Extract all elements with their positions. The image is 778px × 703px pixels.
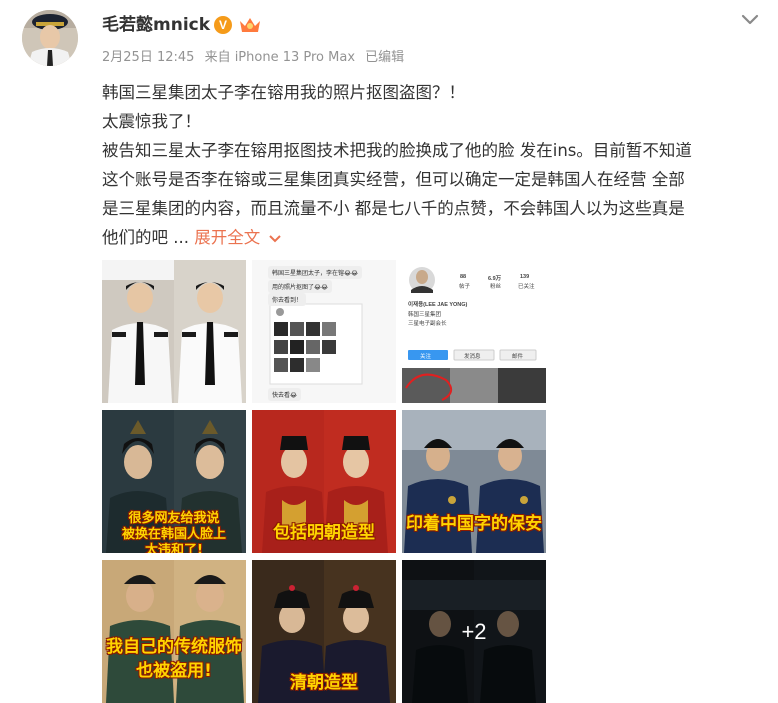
- expand-arrow-icon: [269, 234, 281, 242]
- post-image-2[interactable]: 韩国三星集团太子，李在镕😂😂 用的照片抠图了😂😂 你去看到！ 快去看😂: [252, 260, 396, 403]
- post-body-line: 被告知三星太子李在镕用抠图技术把我的脸换成了他的脸 发在ins。目前暂不知道: [102, 141, 692, 160]
- image-caption: 清朝造型: [290, 673, 358, 693]
- ig-follow-button: 关注: [420, 354, 432, 360]
- image-grid: 韩国三星集团太子，李在镕😂😂 用的照片抠图了😂😂 你去看到！ 快去看😂 88 帖…: [102, 260, 546, 703]
- vip-crown-icon[interactable]: [238, 15, 262, 35]
- ig-posts-count: 88: [460, 274, 467, 280]
- post-image-3[interactable]: 88 帖子 6.9万 粉丝 139 已关注 이재용(LEE JAE YONG) …: [402, 260, 546, 403]
- edited-label[interactable]: 已编辑: [365, 50, 404, 65]
- image-caption: 包括明朝造型: [273, 523, 375, 543]
- chevron-down-icon[interactable]: [738, 10, 762, 30]
- post-source: 来自 iPhone 13 Pro Max: [204, 50, 356, 65]
- author-name[interactable]: 毛若懿mnick: [102, 14, 210, 36]
- chat-message: 快去看😂: [268, 388, 302, 401]
- avatar-image: [22, 10, 78, 66]
- ig-bio-line: 三星电子副会长: [408, 321, 447, 327]
- image-caption: 印着中国字的保安: [406, 514, 542, 534]
- verified-badge-icon[interactable]: V: [214, 16, 232, 34]
- image-caption: 也被盗用!: [136, 661, 212, 681]
- ig-bio-line: 韩国三星集团: [408, 312, 442, 318]
- ig-followers-label: 粉丝: [490, 284, 502, 290]
- post-image-9[interactable]: +2: [402, 560, 546, 703]
- image-caption: 我自己的传统服饰: [106, 637, 242, 657]
- post-line-2: 太震惊我了！: [102, 112, 201, 131]
- more-images-overlay[interactable]: +2: [402, 560, 546, 703]
- chat-message: 用的照片抠图了😂😂: [268, 280, 333, 293]
- post-date[interactable]: 2月25日 12:45: [102, 50, 194, 65]
- image-caption: 很多网友给我说: [128, 511, 220, 526]
- ig-followers-count: 6.9万: [488, 276, 502, 282]
- chat-message: 韩国三星集团太子，李在镕😂😂: [268, 266, 363, 279]
- post-body-line: 是三星集团的内容，而且流量不小 都是七八千的点赞，不会韩国人以为这些真是: [102, 199, 685, 218]
- post-image-8[interactable]: 清朝造型: [252, 560, 396, 703]
- expand-full-text-link[interactable]: 展开全文: [194, 228, 282, 247]
- post-line-1: 韩国三星集团太子李在镕用我的照片抠图盗图？！: [102, 83, 465, 102]
- post-text: 韩国三星集团太子李在镕用我的照片抠图盗图？！ 太震惊我了！ 被告知三星太子李在镕…: [102, 78, 762, 252]
- ig-display-name: 이재용(LEE JAE YONG): [408, 302, 468, 308]
- ig-email-button: 邮件: [512, 354, 524, 360]
- post-image-7[interactable]: 我自己的传统服饰 也被盗用!: [102, 560, 246, 703]
- ig-posts-label: 帖子: [459, 284, 471, 290]
- post-image-5[interactable]: 包括明朝造型: [252, 410, 396, 553]
- post-image-1[interactable]: [102, 260, 246, 403]
- weibo-post: 毛若懿mnick V 2月25日 12:45 来自 iPhone 13 Pro …: [0, 0, 778, 703]
- post-image-4[interactable]: 很多网友给我说 被换在韩国人脸上 太违和了!: [102, 410, 246, 553]
- avatar[interactable]: [22, 10, 78, 66]
- post-body-line: 他们的吧 ...: [102, 228, 189, 247]
- chat-message: 你去看到！: [268, 293, 307, 306]
- post-image-6[interactable]: 印着中国字的保安: [402, 410, 546, 553]
- ig-following-count: 139: [520, 274, 530, 280]
- post-meta: 2月25日 12:45 来自 iPhone 13 Pro Max 已编辑: [102, 49, 410, 67]
- image-caption: 太违和了!: [145, 543, 203, 553]
- ig-message-button: 发消息: [464, 354, 481, 360]
- ig-following-label: 已关注: [518, 284, 535, 290]
- post-body-line: 这个账号是否李在镕或三星集团真实经营，但可以确定一定是韩国人在经营 全部: [102, 170, 685, 189]
- image-caption: 被换在韩国人脸上: [121, 527, 226, 542]
